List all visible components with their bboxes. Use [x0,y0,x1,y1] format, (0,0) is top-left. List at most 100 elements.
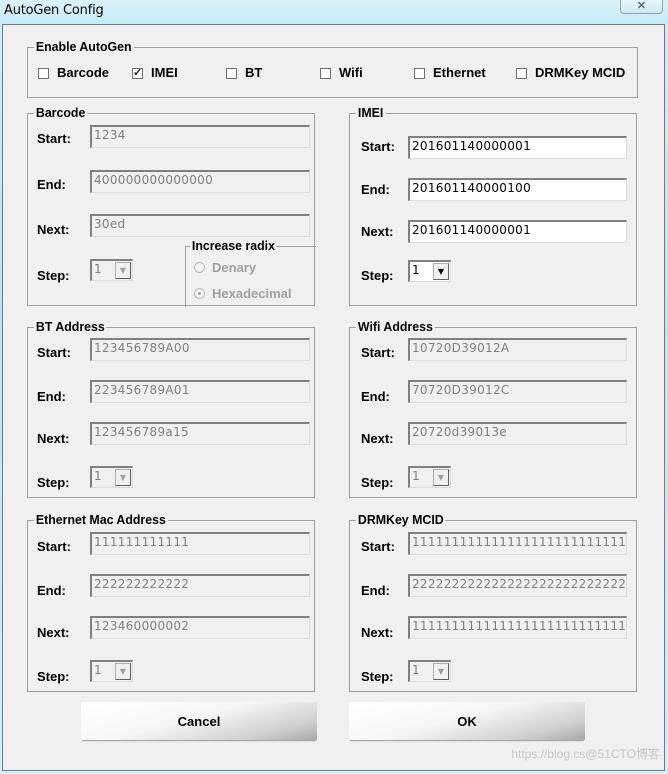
radio-label: Denary [212,260,257,275]
drmkey-next-field[interactable]: 11111111111111111111111111111111 [408,616,627,639]
radio-button[interactable] [194,288,205,299]
ethernet-next-field[interactable]: 123460000002 [90,616,310,639]
drmkey-mcid-group: DRMKey MCID Start: 111111111111111111111… [349,512,637,692]
step-label: Step: [37,475,70,490]
imei-end-field[interactable]: 201601140000100 [408,178,627,201]
chevron-down-icon[interactable]: ▼ [433,469,449,486]
bt-address-legend: BT Address [34,319,107,335]
barcode-start-field[interactable]: 1234 [90,125,310,148]
checkbox-label: Ethernet [433,65,486,80]
barcode-step-select[interactable]: 1 ▼ [90,259,133,281]
checkbox-label: DRMKey MCID [535,65,626,80]
wifi-address-group: Wifi Address Start: 10720D39012A End: 70… [349,319,637,498]
barcode-end-field[interactable]: 400000000000000 [90,170,310,193]
drmkey-start-field[interactable]: 11111111111111111111111111111111 [408,532,627,555]
checkbox-drmkey[interactable]: DRMKey MCID [516,65,625,81]
step-label: Step: [361,475,394,490]
imei-legend: IMEI [356,105,386,121]
checkbox-barcode[interactable]: Barcode [38,65,109,81]
drmkey-mcid-legend: DRMKey MCID [356,512,446,528]
imei-start-field[interactable]: 201601140000001 [408,136,627,159]
end-label: End: [37,583,66,598]
start-label: Start: [37,539,71,554]
ethernet-mac-legend: Ethernet Mac Address [34,512,168,528]
bt-start-field[interactable]: 123456789A00 [90,338,310,361]
start-label: Start: [361,539,395,554]
radio-denary[interactable]: Denary [194,260,256,275]
next-label: Next: [361,625,394,640]
enable-autogen-group: Enable AutoGen Barcode ✓ IMEI BT Wifi Et… [27,39,638,98]
ethernet-step-select[interactable]: 1 ▼ [90,660,133,682]
step-label: Step: [361,268,394,283]
checkbox-box[interactable] [516,67,527,79]
radio-button[interactable] [194,262,205,273]
checkbox-label: IMEI [151,65,178,80]
imei-group: IMEI Start: 201601140000001 End: 2016011… [349,105,637,306]
step-value: 1 [94,469,102,483]
step-label: Step: [361,669,394,684]
step-value: 1 [94,663,102,677]
checkbox-imei[interactable]: ✓ IMEI [132,65,178,81]
close-icon: ✕ [636,0,647,12]
window-title: AutoGen Config [4,3,104,18]
end-label: End: [361,583,390,598]
step-label: Step: [37,268,70,283]
chevron-down-icon[interactable]: ▼ [433,263,449,280]
watermark-text: https://blog.cs@51CTO博客 [511,747,660,761]
next-label: Next: [361,431,394,446]
wifi-next-field[interactable]: 20720d39013e [408,422,627,445]
checkbox-box[interactable]: ✓ [132,67,143,79]
step-value: 1 [412,263,420,277]
start-label: Start: [37,345,71,360]
chevron-down-icon[interactable]: ▼ [433,663,449,680]
checkbox-box[interactable] [414,67,425,79]
checkbox-wifi[interactable]: Wifi [320,65,363,81]
increase-radix-legend: Increase radix [190,238,277,254]
ethernet-start-field[interactable]: 111111111111 [90,532,310,555]
start-label: Start: [361,345,395,360]
checkbox-box[interactable] [226,67,237,79]
chevron-down-icon[interactable]: ▼ [115,262,131,279]
title-bar: AutoGen Config ✕ [0,0,668,24]
ethernet-end-field[interactable]: 222222222222 [90,574,310,597]
wifi-address-legend: Wifi Address [356,319,435,335]
next-label: Next: [37,431,70,446]
wifi-start-field[interactable]: 10720D39012A [408,338,627,361]
step-value: 1 [412,663,420,677]
close-button[interactable]: ✕ [620,0,663,14]
step-value: 1 [94,262,102,276]
barcode-legend: Barcode [34,105,88,121]
chevron-down-icon[interactable]: ▼ [115,469,131,486]
imei-next-field[interactable]: 201601140000001 [408,220,627,243]
start-label: Start: [361,139,395,154]
chevron-down-icon[interactable]: ▼ [115,663,131,680]
checkbox-box[interactable] [38,67,49,79]
ethernet-mac-group: Ethernet Mac Address Start: 111111111111… [27,512,315,692]
checkbox-label: Wifi [339,65,363,80]
next-label: Next: [37,625,70,640]
cancel-button[interactable]: Cancel [81,702,317,740]
radio-label: Hexadecimal [212,286,292,301]
bt-address-group: BT Address Start: 123456789A00 End: 2234… [27,319,315,498]
bt-next-field[interactable]: 123456789a15 [90,422,310,445]
barcode-group: Barcode Start: 1234 End: 400000000000000… [27,105,316,307]
bt-step-select[interactable]: 1 ▼ [90,466,133,488]
ok-button[interactable]: OK [349,702,585,740]
step-label: Step: [37,669,70,684]
checkbox-box[interactable] [320,67,331,79]
radio-hexadecimal[interactable]: Hexadecimal [194,286,292,301]
drmkey-step-select[interactable]: 1 ▼ [408,660,451,682]
barcode-next-field[interactable]: 30ed [90,214,310,237]
wifi-end-field[interactable]: 70720D39012C [408,380,627,403]
checkbox-label: Barcode [57,65,110,80]
drmkey-end-field[interactable]: 22222222222222222222222222222222 [408,574,627,597]
dialog-client: Enable AutoGen Barcode ✓ IMEI BT Wifi Et… [2,24,665,771]
step-value: 1 [412,469,420,483]
imei-step-select[interactable]: 1 ▼ [408,260,451,282]
wifi-step-select[interactable]: 1 ▼ [408,466,451,488]
checkbox-ethernet[interactable]: Ethernet [414,65,486,81]
checkbox-bt[interactable]: BT [226,65,262,81]
start-label: Start: [37,131,71,146]
end-label: End: [361,182,390,197]
bt-end-field[interactable]: 223456789A01 [90,380,310,403]
